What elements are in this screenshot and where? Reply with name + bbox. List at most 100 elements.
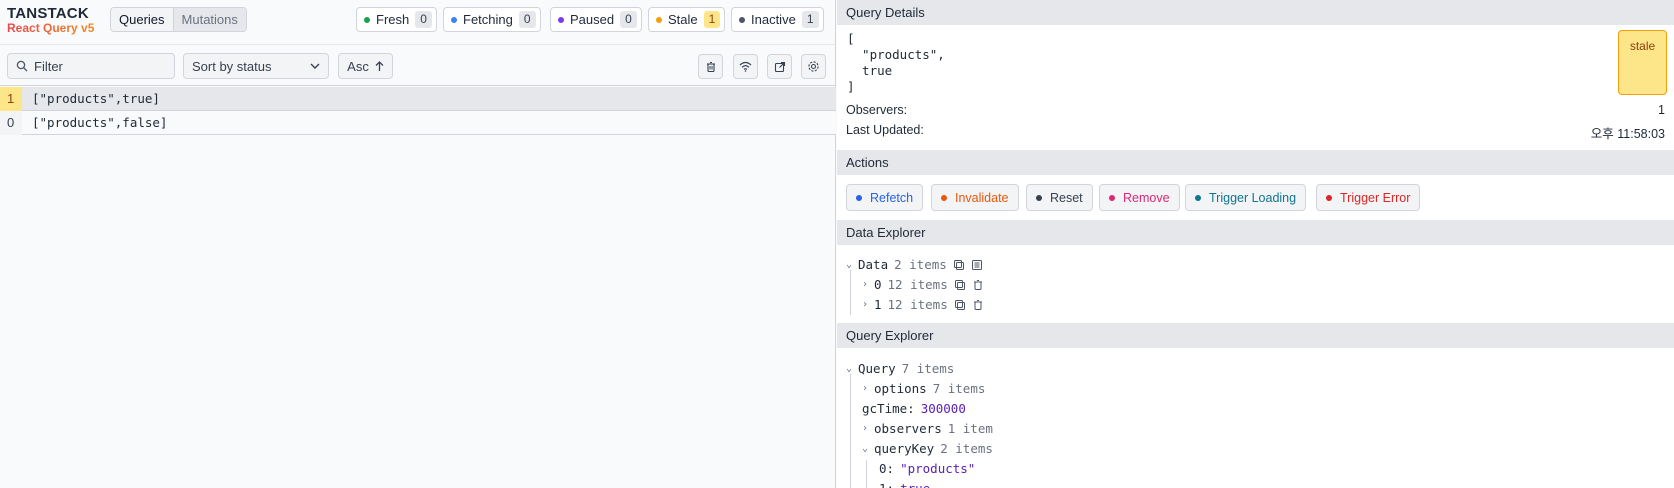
tree-guide xyxy=(866,460,867,488)
query-key: ["products",false] xyxy=(32,115,168,130)
trigger-error-button[interactable]: Trigger Error xyxy=(1316,184,1421,211)
status-badge-fresh[interactable]: Fresh 0 xyxy=(356,7,437,32)
action-label: Remove xyxy=(1123,190,1170,205)
last-updated-value: 오후 11:58:03 xyxy=(1590,127,1665,141)
status-badge-inactive[interactable]: Inactive 1 xyxy=(731,7,824,32)
copy-icon[interactable] xyxy=(953,259,965,271)
refetch-button[interactable]: Refetch xyxy=(846,184,924,211)
filter-input[interactable]: Filter xyxy=(7,53,175,79)
node-label: options xyxy=(874,381,927,396)
chevron-down-icon: ⌄ xyxy=(846,363,853,374)
node-label: gcTime: xyxy=(862,401,915,416)
badge-count: 1 xyxy=(703,11,721,28)
stale-dot-icon xyxy=(656,16,662,23)
node-label: Query xyxy=(858,361,896,376)
data-child-node[interactable]: › 0 12 items xyxy=(862,277,984,292)
clear-cache-button[interactable] xyxy=(698,54,723,79)
fresh-dot-icon xyxy=(364,16,370,23)
trash-icon[interactable] xyxy=(972,299,984,311)
tab-queries[interactable]: Queries xyxy=(111,8,174,31)
invalidate-button[interactable]: Invalidate xyxy=(931,184,1019,211)
query-row[interactable]: 1 ["products",true] xyxy=(0,86,836,111)
last-updated-row: Last Updated: 오후 11:58:03 xyxy=(846,123,1665,142)
status-badge-paused[interactable]: Paused 0 xyxy=(550,7,642,32)
query-root-node[interactable]: ⌄ Query 7 items xyxy=(846,361,954,376)
status-badge-fetching[interactable]: Fetching 0 xyxy=(443,7,541,32)
query-details-panel: Query Details [ "products", true ] stale… xyxy=(837,0,1674,488)
action-label: Invalidate xyxy=(955,190,1009,205)
list-icon[interactable] xyxy=(971,259,983,271)
chevron-right-icon: › xyxy=(862,383,869,394)
badge-label: Stale xyxy=(668,12,698,27)
copy-icon[interactable] xyxy=(954,279,966,291)
wifi-icon xyxy=(739,61,752,72)
actions-heading: Actions xyxy=(837,150,1674,175)
status-badge-stale[interactable]: Stale 1 xyxy=(648,7,726,32)
action-label: Refetch xyxy=(870,190,914,205)
open-in-window-button[interactable] xyxy=(767,54,792,79)
query-key: ["products",true] xyxy=(32,91,160,106)
copy-icon[interactable] xyxy=(954,299,966,311)
badge-count: 0 xyxy=(620,11,637,28)
node-meta: 7 items xyxy=(932,381,986,396)
node-label: Data xyxy=(858,257,889,272)
last-updated-label: Last Updated: xyxy=(846,123,924,137)
node-value: "products" xyxy=(900,461,976,476)
action-label: Reset xyxy=(1050,190,1083,205)
invalidate-dot-icon xyxy=(941,194,947,201)
action-label: Trigger Loading xyxy=(1209,190,1297,205)
node-label: 0: xyxy=(879,461,895,476)
node-meta: 12 items xyxy=(887,277,948,292)
tree-guide xyxy=(850,374,851,488)
query-row[interactable]: 0 ["products",false] xyxy=(0,110,836,135)
data-child-node[interactable]: › 1 12 items xyxy=(862,297,984,312)
data-root-node[interactable]: ⌄ Data 2 items xyxy=(846,257,983,272)
trigger-loading-button[interactable]: Trigger Loading xyxy=(1185,184,1307,211)
observer-count: 0 xyxy=(0,110,22,135)
search-icon xyxy=(16,60,28,72)
node-label: 1: xyxy=(879,481,894,488)
observers-node[interactable]: › observers 1 item xyxy=(862,421,993,436)
chevron-down-icon: ⌄ xyxy=(862,443,869,454)
offline-mode-button[interactable] xyxy=(733,54,758,79)
chevron-right-icon: › xyxy=(862,299,869,310)
query-key-display: [ "products", true ] xyxy=(847,31,945,94)
badge-label: Fetching xyxy=(463,12,513,27)
options-node[interactable]: › options 7 items xyxy=(862,381,985,396)
node-value: 300000 xyxy=(920,401,966,416)
settings-button[interactable] xyxy=(801,54,826,79)
sort-order-button[interactable]: Asc xyxy=(338,53,393,79)
reset-dot-icon xyxy=(1036,194,1042,201)
filter-placeholder: Filter xyxy=(34,58,63,74)
sort-select[interactable]: Sort by status xyxy=(183,53,329,79)
node-label: 1 xyxy=(874,297,882,312)
fetching-dot-icon xyxy=(451,16,457,23)
node-meta: 12 items xyxy=(887,297,948,312)
querykey-item: 1: true xyxy=(879,481,930,488)
filter-toolbar: Filter Sort by status Asc xyxy=(0,44,836,86)
gear-icon xyxy=(808,61,819,72)
logo-title: TANSTACK xyxy=(7,5,89,22)
node-label: observers xyxy=(874,421,942,436)
badge-label: Fresh xyxy=(376,12,410,27)
reset-button[interactable]: Reset xyxy=(1026,184,1093,211)
logo-subtitle: React Query v5 xyxy=(7,21,95,35)
badge-label: Paused xyxy=(570,12,615,27)
observers-value: 1 xyxy=(1658,103,1665,117)
node-meta: 1 item xyxy=(947,421,993,436)
paused-dot-icon xyxy=(558,16,564,23)
node-label: 0 xyxy=(874,277,882,292)
status-badge: stale xyxy=(1618,30,1667,95)
tab-mutations[interactable]: Mutations xyxy=(173,8,246,31)
trash-icon[interactable] xyxy=(972,279,984,291)
query-list-panel: TANSTACK React Query v5 Queries Mutation… xyxy=(0,0,836,488)
chevron-down-icon: ⌄ xyxy=(846,259,853,270)
chevron-right-icon: › xyxy=(862,423,869,434)
badge-count: 0 xyxy=(518,11,536,28)
remove-button[interactable]: Remove xyxy=(1099,184,1180,211)
trash-icon xyxy=(706,61,715,72)
tree-guide xyxy=(850,270,851,315)
querykey-node[interactable]: ⌄ queryKey 2 items xyxy=(862,441,993,456)
devtools-header: TANSTACK React Query v5 Queries Mutation… xyxy=(0,0,836,44)
node-meta: 7 items xyxy=(901,361,955,376)
